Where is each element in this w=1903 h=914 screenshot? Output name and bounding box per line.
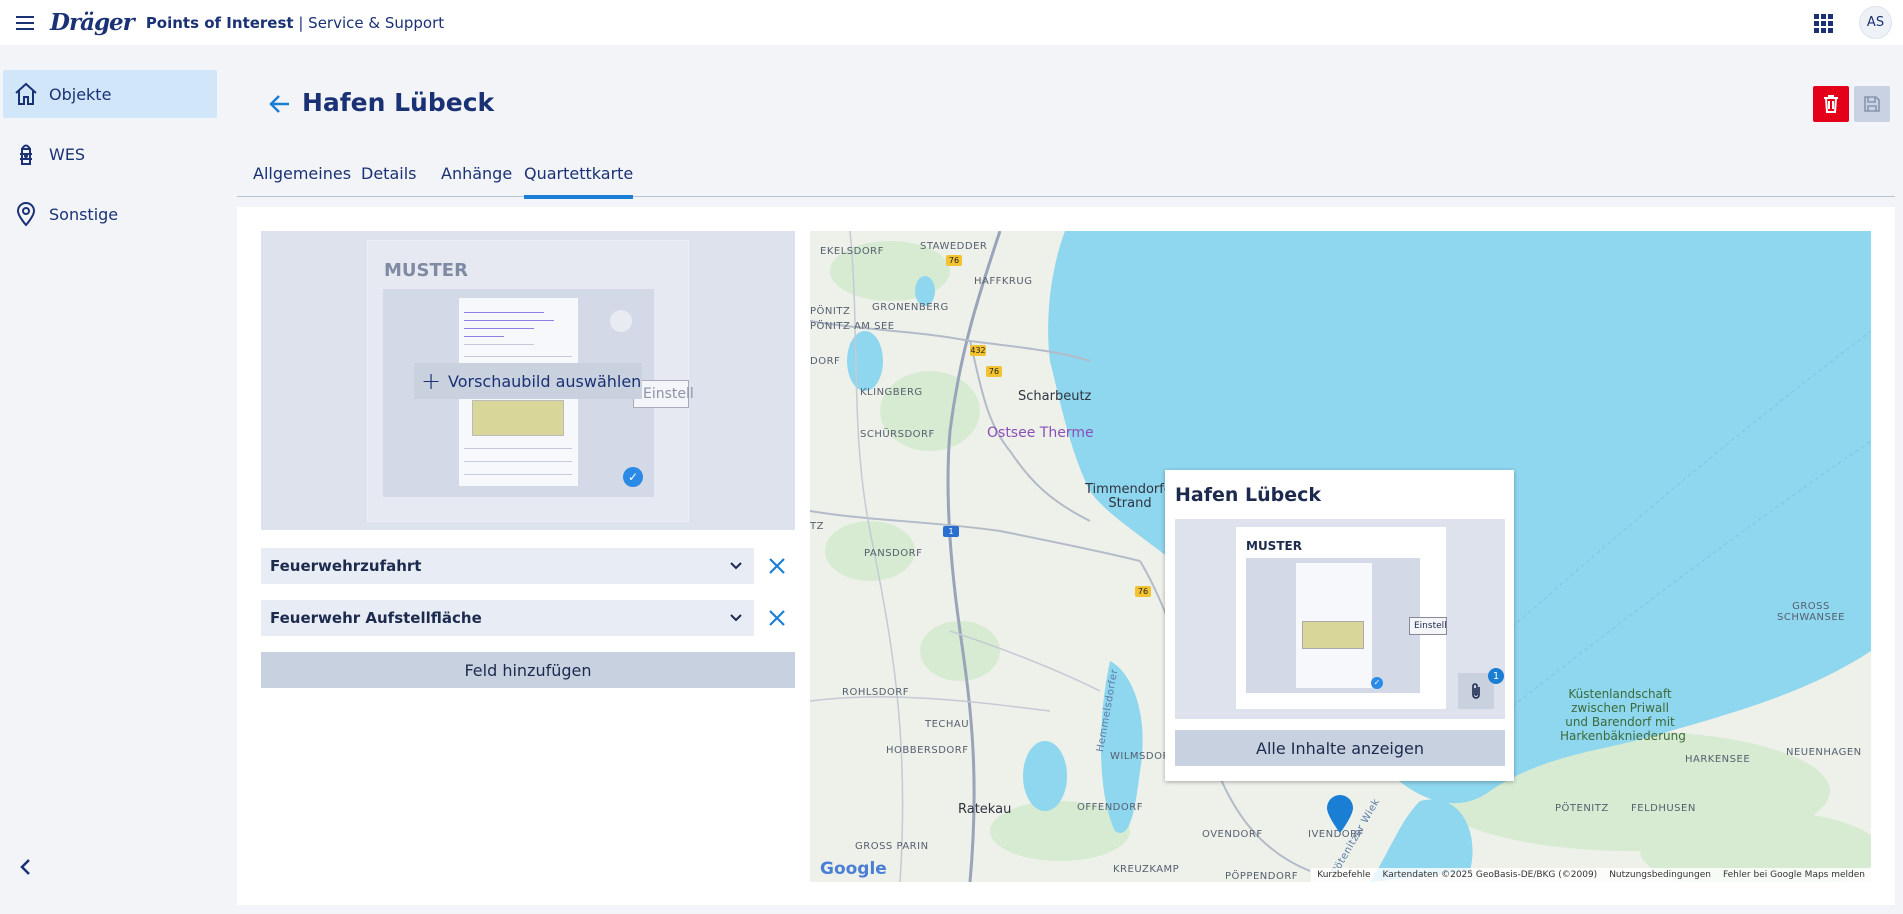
page-title: Hafen Lübeck — [302, 88, 495, 117]
map-label: KLINGBERG — [860, 387, 923, 398]
tab-details[interactable]: Details — [361, 164, 416, 197]
field-select-2[interactable]: Feuerwehr Aufstellfläche — [261, 600, 754, 636]
tab-quartettkarte[interactable]: Quartettkarte — [524, 164, 634, 199]
chevron-down-icon — [730, 562, 742, 570]
map-label: FELDHUSEN — [1631, 803, 1696, 814]
paperclip-icon — [1472, 683, 1480, 699]
map-label: PANSDORF — [864, 548, 923, 559]
map-label: GROSS PARIN — [855, 841, 929, 852]
road-number: 432 — [970, 345, 986, 356]
check-icon: ✓ — [623, 467, 643, 487]
popup-title: Hafen Lübeck — [1175, 484, 1322, 506]
google-logo: Google — [820, 859, 887, 879]
thumbnail-floorplan — [472, 400, 564, 436]
hydrant-icon — [3, 141, 49, 167]
popup-muster-watermark: MUSTER — [1246, 539, 1302, 553]
app-title: Points of Interest | Service & Support — [145, 13, 445, 32]
map-label: KREUZKAMP — [1113, 864, 1180, 875]
map-label-timmendorfer-strand: Timmendorfer Strand — [1085, 482, 1178, 511]
top-bar: Dräger Points of Interest | Service & Su… — [0, 0, 1903, 45]
field-select-value: Feuerwehrzufahrt — [270, 557, 422, 575]
trash-icon — [1824, 95, 1838, 113]
field-select-value: Feuerwehr Aufstellfläche — [270, 609, 482, 627]
sidebar-item-sonstige[interactable]: Sonstige — [3, 190, 217, 238]
map-label-scharbeutz: Scharbeutz — [1018, 389, 1092, 404]
home-icon — [3, 81, 49, 107]
map-attribution: Kurzbefehle Kartendaten ©2025 GeoBasis-D… — [1311, 868, 1871, 882]
select-thumbnail-button[interactable]: + Vorschaubild auswählen — [414, 363, 642, 399]
map-label: DORF — [810, 356, 841, 367]
chevron-down-icon — [730, 614, 742, 622]
map-label: EKELSDORF — [820, 246, 884, 257]
sidebar: Objekte WES Sonstige — [0, 45, 220, 914]
save-icon — [1864, 96, 1880, 112]
popup-floorplan — [1302, 621, 1364, 649]
popup-check-icon: ✓ — [1371, 677, 1383, 689]
map-label: HAFFKRUG — [974, 276, 1033, 287]
map-label: PÖTENITZ — [1555, 803, 1609, 814]
tab-anhaenge[interactable]: Anhänge — [441, 164, 512, 197]
remove-field-2-icon[interactable] — [766, 607, 788, 629]
map-poi-ostsee-therme[interactable]: Ostsee Therme — [987, 425, 1094, 441]
sidebar-item-label: Sonstige — [49, 204, 119, 224]
map-label: HOBBERSDORF — [886, 745, 969, 756]
attachment-count-badge: 1 — [1488, 668, 1504, 684]
map-marker-icon[interactable] — [1326, 794, 1354, 834]
road-number: 76 — [1135, 586, 1151, 597]
map-label: GROSS SCHWANSEE — [1777, 601, 1845, 623]
focus-icon — [610, 310, 632, 332]
back-arrow-icon[interactable] — [267, 91, 293, 117]
plus-icon: + — [420, 367, 442, 395]
map-label: SCHÜRSDORF — [860, 429, 935, 440]
map-info-popup: Hafen Lübeck MUSTER Einstell ✓ 1 Alle In… — [1165, 470, 1514, 781]
terms-link[interactable]: Nutzungsbedingungen — [1609, 870, 1711, 880]
keyboard-shortcuts-link[interactable]: Kurzbefehle — [1317, 870, 1370, 880]
remove-field-1-icon[interactable] — [766, 555, 788, 577]
map-label-ratekau: Ratekau — [958, 802, 1012, 817]
report-error-link[interactable]: Fehler bei Google Maps melden — [1723, 870, 1865, 880]
field-select-1[interactable]: Feuerwehrzufahrt — [261, 548, 754, 584]
map-label-nature-reserve: Küstenlandschaft zwischen Priwall und Ba… — [1560, 687, 1686, 743]
map-label: NEUENHAGEN — [1786, 747, 1862, 758]
map-label: OVENDORF — [1202, 829, 1263, 840]
popup-preview: MUSTER Einstell ✓ 1 — [1175, 519, 1505, 719]
sidebar-item-wes[interactable]: WES — [3, 130, 217, 178]
map-label: PÖPPENDORF — [1225, 871, 1299, 882]
tab-allgemeines[interactable]: Allgemeines — [253, 164, 351, 197]
select-thumbnail-label: Vorschaubild auswählen — [448, 371, 642, 391]
map-label: PÖNITZ AM SEE — [810, 321, 895, 332]
show-all-content-button[interactable]: Alle Inhalte anzeigen — [1175, 730, 1505, 766]
road-number: 76 — [946, 255, 962, 266]
popup-card-image: MUSTER Einstell ✓ — [1236, 527, 1447, 709]
map-data-credit: Kartendaten ©2025 GeoBasis-DE/BKG (©2009… — [1382, 870, 1598, 880]
map-label: OFFENDORF — [1077, 802, 1143, 813]
map-label: GRONENBERG — [872, 302, 949, 313]
road-number: 1 — [943, 526, 959, 537]
app-launcher-grid-icon[interactable] — [1811, 11, 1835, 35]
location-pin-icon — [3, 201, 49, 227]
delete-button[interactable] — [1813, 86, 1849, 122]
user-avatar[interactable]: AS — [1859, 6, 1892, 39]
add-field-button[interactable]: Feld hinzufügen — [261, 652, 795, 688]
popup-einstell-fragment: Einstell — [1409, 617, 1447, 635]
map-label: ROHLSDORF — [842, 687, 910, 698]
collapse-sidebar-icon[interactable] — [14, 855, 38, 879]
map-label: STAWEDDER — [920, 241, 988, 252]
sidebar-item-label: WES — [49, 144, 86, 164]
sidebar-item-label: Objekte — [49, 84, 112, 104]
map-label: TZ — [810, 521, 824, 532]
save-button[interactable] — [1854, 86, 1890, 122]
sidebar-item-objekte[interactable]: Objekte — [3, 70, 217, 118]
road-number: 76 — [986, 366, 1002, 377]
map-label: PÖNITZ — [810, 306, 851, 317]
map-label: TECHAU — [925, 719, 970, 730]
menu-icon — [16, 15, 34, 30]
hamburger-menu-button[interactable] — [0, 0, 50, 45]
brand-logo[interactable]: Dräger — [50, 9, 135, 36]
muster-watermark: MUSTER — [384, 260, 468, 281]
map-label: HARKENSEE — [1685, 754, 1751, 765]
tab-bar: Allgemeines Details Anhänge Quartettkart… — [237, 160, 1895, 199]
